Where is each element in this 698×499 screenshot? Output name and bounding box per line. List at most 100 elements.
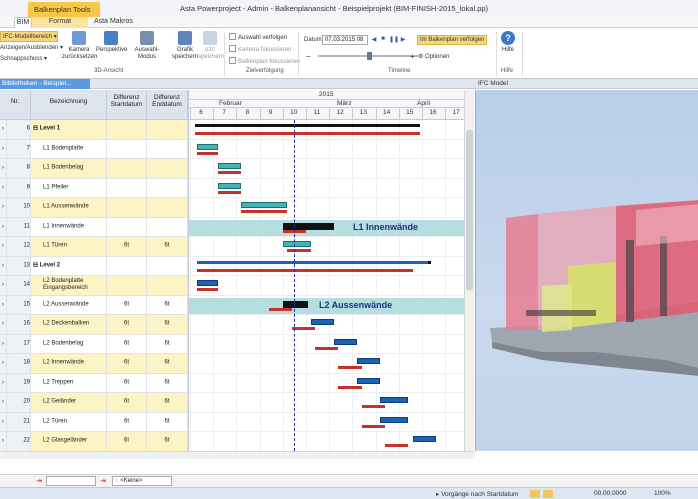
- task-name[interactable]: L2 Bodenbelag: [31, 334, 107, 353]
- baseline-bar[interactable]: [361, 424, 385, 428]
- baseline-bar[interactable]: [338, 385, 362, 389]
- table-row[interactable]: › 18 L2 Innenwände 6t 6t: [0, 354, 188, 374]
- highlight-icon[interactable]: [530, 490, 540, 498]
- task-name[interactable]: L2 Glasgeländer: [31, 432, 107, 451]
- table-row[interactable]: › 22 L2 Glasgeländer 6t 6t: [0, 432, 188, 452]
- start-diff[interactable]: 6t: [107, 432, 147, 451]
- task-name[interactable]: L1 Türen: [31, 237, 107, 256]
- plus-icon[interactable]: +: [410, 52, 415, 61]
- baseline-bar[interactable]: [315, 346, 339, 350]
- baseline-bar[interactable]: [217, 171, 242, 174]
- pause-icon[interactable]: ❚❚: [389, 36, 399, 44]
- baseline-bar[interactable]: [194, 132, 420, 135]
- start-diff[interactable]: [107, 217, 147, 236]
- task-name[interactable]: L2 Türen: [31, 412, 107, 431]
- filter-dropdown[interactable]: ◌ <Keine>: [112, 476, 172, 486]
- end-diff[interactable]: 6t: [147, 432, 188, 451]
- start-diff[interactable]: 6t: [107, 393, 147, 412]
- progress-mode[interactable]: ▸ Vorgänge nach Startdatum: [436, 490, 518, 498]
- filter-icon[interactable]: ⇥: [36, 477, 42, 485]
- task-name[interactable]: L2 Aussenwände: [31, 295, 107, 314]
- row-number[interactable]: 12: [7, 237, 31, 256]
- row-number[interactable]: 14: [7, 276, 31, 295]
- filter-field-left[interactable]: [46, 476, 96, 486]
- end-diff[interactable]: [147, 139, 188, 158]
- row-number[interactable]: 9: [7, 178, 31, 197]
- baseline-bar[interactable]: [384, 444, 409, 447]
- start-diff[interactable]: [107, 198, 147, 217]
- help-button[interactable]: ? Hilfe: [498, 31, 518, 54]
- row-number[interactable]: 17: [7, 334, 31, 353]
- baseline-bar[interactable]: [241, 210, 288, 213]
- date-field[interactable]: 07.03.2015 08: [322, 35, 368, 45]
- minus-icon[interactable]: −: [306, 52, 311, 61]
- tab-bim[interactable]: BIM: [14, 17, 32, 28]
- task-bar[interactable]: [357, 377, 381, 384]
- task-name[interactable]: L1 Aussenwände: [31, 198, 107, 217]
- critical-task-bar[interactable]: [282, 300, 309, 308]
- follow-in-chart-button[interactable]: Im Balkenplan verfolgen: [417, 35, 488, 45]
- follow-selection-button[interactable]: Auswahl verfolgen: [229, 33, 287, 41]
- end-diff[interactable]: [147, 198, 188, 217]
- table-row[interactable]: › 12 L1 Türen 6t 6t: [0, 237, 188, 257]
- baseline-bar[interactable]: [338, 366, 362, 369]
- perspective-button[interactable]: Perspektive: [96, 31, 127, 54]
- table-row[interactable]: › 15 L2 Aussenwände 6t 6t: [0, 295, 188, 315]
- table-row[interactable]: › 11 L1 Innenwände: [0, 217, 188, 237]
- show-hide-button[interactable]: Anzeigen/Ausblenden ▾: [0, 44, 63, 51]
- tab-ablauf[interactable]: [0, 17, 14, 28]
- previous-icon[interactable]: ◀: [370, 36, 378, 44]
- start-diff[interactable]: [107, 178, 147, 197]
- column-header-name[interactable]: Bezeichnung: [31, 90, 107, 120]
- task-bar[interactable]: [380, 416, 409, 423]
- snapshot-button[interactable]: Schnappschuss ▾: [0, 55, 47, 62]
- baseline-bar[interactable]: [196, 268, 413, 272]
- table-row[interactable]: › 13 ⊟ Level 2: [0, 256, 188, 276]
- end-diff[interactable]: [147, 178, 188, 197]
- task-name[interactable]: ⊟ Level 2: [31, 256, 107, 275]
- start-diff[interactable]: [107, 120, 147, 139]
- start-diff[interactable]: 6t: [107, 334, 147, 353]
- scrollbar-thumb[interactable]: [466, 130, 473, 290]
- camera-reset-button[interactable]: Kamera zurücksetzen: [62, 31, 97, 60]
- task-name[interactable]: L2 Innenwände: [31, 354, 107, 373]
- task-name[interactable]: L2 Bodenplatte Eingangsbereich: [31, 276, 107, 295]
- task-name[interactable]: L2 Treppen: [31, 373, 107, 392]
- task-name[interactable]: L2 Geländer: [31, 393, 107, 412]
- row-number[interactable]: 22: [7, 432, 31, 451]
- end-diff[interactable]: [147, 217, 188, 236]
- baseline-bar[interactable]: [361, 405, 385, 408]
- options-button[interactable]: ⚙ Optionen: [418, 53, 449, 60]
- start-diff[interactable]: 6t: [107, 412, 147, 431]
- column-header-nr[interactable]: Nr.: [0, 90, 31, 120]
- tab-format[interactable]: Format: [32, 17, 88, 28]
- task-name[interactable]: L1 Pfeiler: [31, 178, 107, 197]
- collapse-icon[interactable]: ⊟: [33, 262, 40, 268]
- table-row[interactable]: › 7 L1 Bodenplatte: [0, 139, 188, 159]
- task-bar[interactable]: [333, 338, 358, 345]
- start-diff[interactable]: [107, 256, 147, 275]
- highlight-icon[interactable]: [543, 490, 553, 498]
- table-row[interactable]: › 14 L2 Bodenplatte Eingangsbereich: [0, 276, 188, 296]
- task-bar[interactable]: [217, 182, 242, 189]
- horizontal-scrollbar[interactable]: [0, 451, 475, 459]
- end-diff[interactable]: [147, 159, 188, 178]
- task-bar[interactable]: [412, 436, 436, 442]
- start-diff[interactable]: [107, 139, 147, 158]
- row-number[interactable]: 7: [7, 139, 31, 158]
- task-bar[interactable]: [282, 241, 311, 247]
- start-diff[interactable]: 6t: [107, 237, 147, 256]
- collapse-icon[interactable]: ⊟: [33, 126, 40, 132]
- document-tab[interactable]: Bibliotheken - Beispiel...: [0, 79, 90, 89]
- baseline-bar[interactable]: [196, 288, 218, 291]
- filter-icon[interactable]: ⇥: [100, 477, 106, 485]
- row-number[interactable]: 19: [7, 373, 31, 392]
- summary-bar[interactable]: [196, 260, 432, 264]
- end-diff[interactable]: [147, 120, 188, 139]
- task-bar[interactable]: [357, 358, 381, 364]
- end-diff[interactable]: 6t: [147, 295, 188, 314]
- row-number[interactable]: 6: [7, 120, 31, 139]
- task-bar[interactable]: [241, 202, 288, 208]
- camera-focus-button[interactable]: Kamera fokussieren: [229, 45, 291, 53]
- summary-bar[interactable]: [194, 124, 420, 127]
